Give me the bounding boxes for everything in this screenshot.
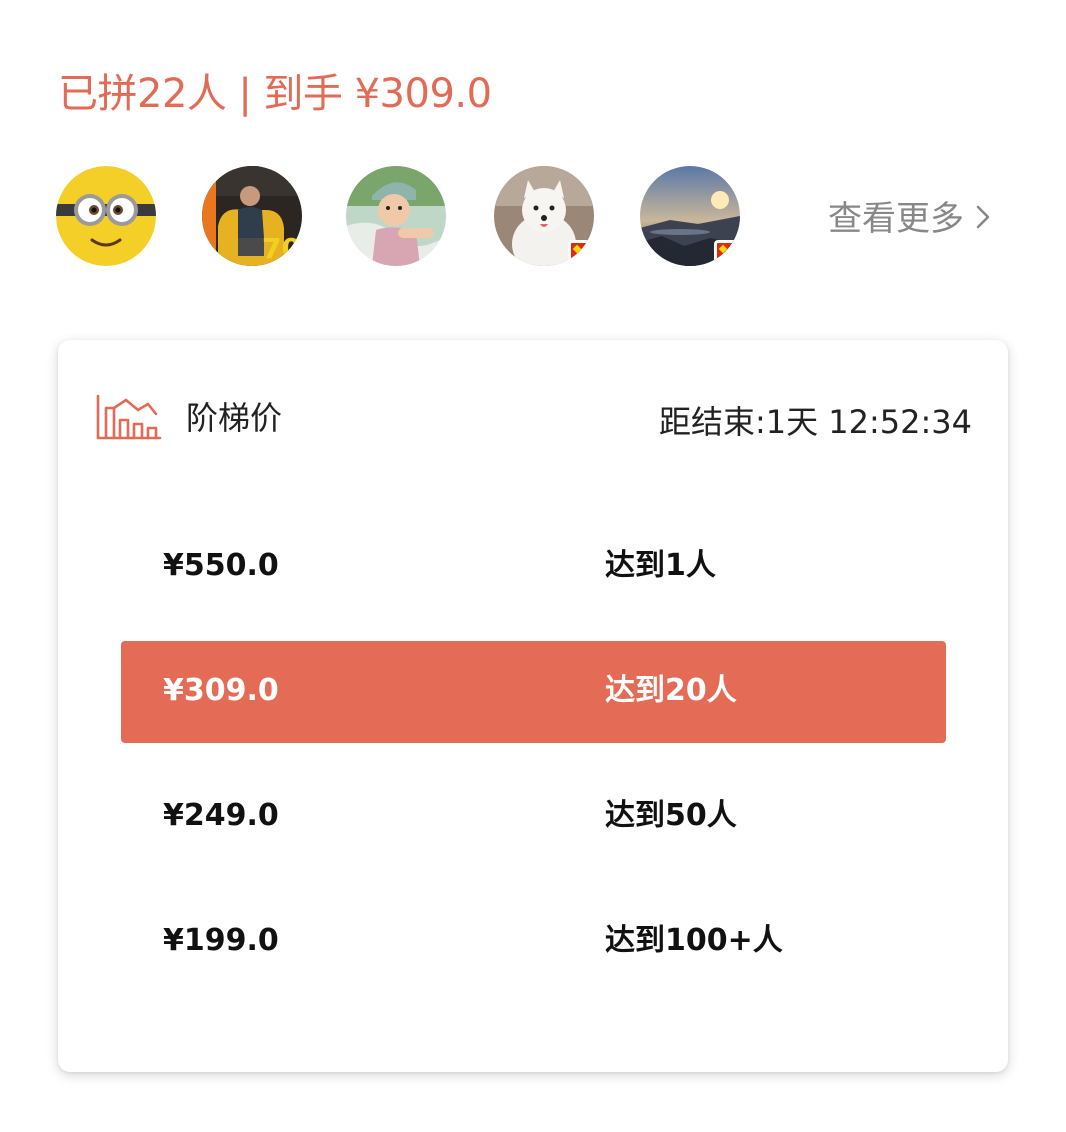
person-on-yellow-chair-avatar: 70 bbox=[202, 166, 302, 266]
svg-text:70: 70 bbox=[262, 232, 301, 265]
avatar[interactable] bbox=[494, 166, 594, 266]
group-buy-summary: 已拼22人 | 到手 ¥309.0 bbox=[58, 66, 492, 122]
avatar[interactable] bbox=[346, 166, 446, 266]
tier-price: ¥199.0 bbox=[163, 923, 279, 958]
avatar[interactable]: 70 bbox=[202, 166, 302, 266]
tier-price: ¥309.0 bbox=[163, 673, 279, 708]
tier-row[interactable]: ¥249.0 达到50人 bbox=[121, 766, 946, 868]
view-more-link[interactable]: 查看更多 bbox=[828, 196, 990, 244]
avatar[interactable] bbox=[640, 166, 740, 266]
view-more-label: 查看更多 bbox=[828, 199, 964, 239]
final-price: 到手 ¥309.0 bbox=[263, 71, 492, 117]
tier-row[interactable]: ¥199.0 达到100+人 bbox=[121, 891, 946, 993]
tier-row-active[interactable]: ¥309.0 达到20人 bbox=[121, 641, 946, 743]
flag-badge-icon bbox=[568, 240, 592, 264]
tier-condition: 达到50人 bbox=[605, 798, 737, 833]
tier-price: ¥550.0 bbox=[163, 548, 279, 583]
card-title: 阶梯价 bbox=[186, 399, 283, 437]
tier-price-card: 阶梯价 距结束:1天 12:52:34 ¥550.0 达到1人 ¥309.0 达… bbox=[58, 340, 1008, 1072]
tier-chart-icon bbox=[96, 394, 162, 444]
tier-price: ¥249.0 bbox=[163, 798, 279, 833]
flag-badge-icon bbox=[714, 240, 738, 264]
countdown-timer: 距结束:1天 12:52:34 bbox=[658, 403, 972, 441]
tier-row[interactable]: ¥550.0 达到1人 bbox=[121, 516, 946, 618]
tier-condition: 达到20人 bbox=[605, 673, 737, 708]
minion-avatar bbox=[56, 166, 156, 266]
child-avatar bbox=[346, 166, 446, 266]
chevron-right-icon bbox=[976, 195, 990, 241]
tier-condition: 达到1人 bbox=[605, 548, 716, 583]
avatar[interactable] bbox=[56, 166, 156, 266]
joined-count: 已拼22人 bbox=[58, 71, 227, 117]
summary-separator: | bbox=[238, 71, 252, 117]
tier-condition: 达到100+人 bbox=[605, 923, 783, 958]
